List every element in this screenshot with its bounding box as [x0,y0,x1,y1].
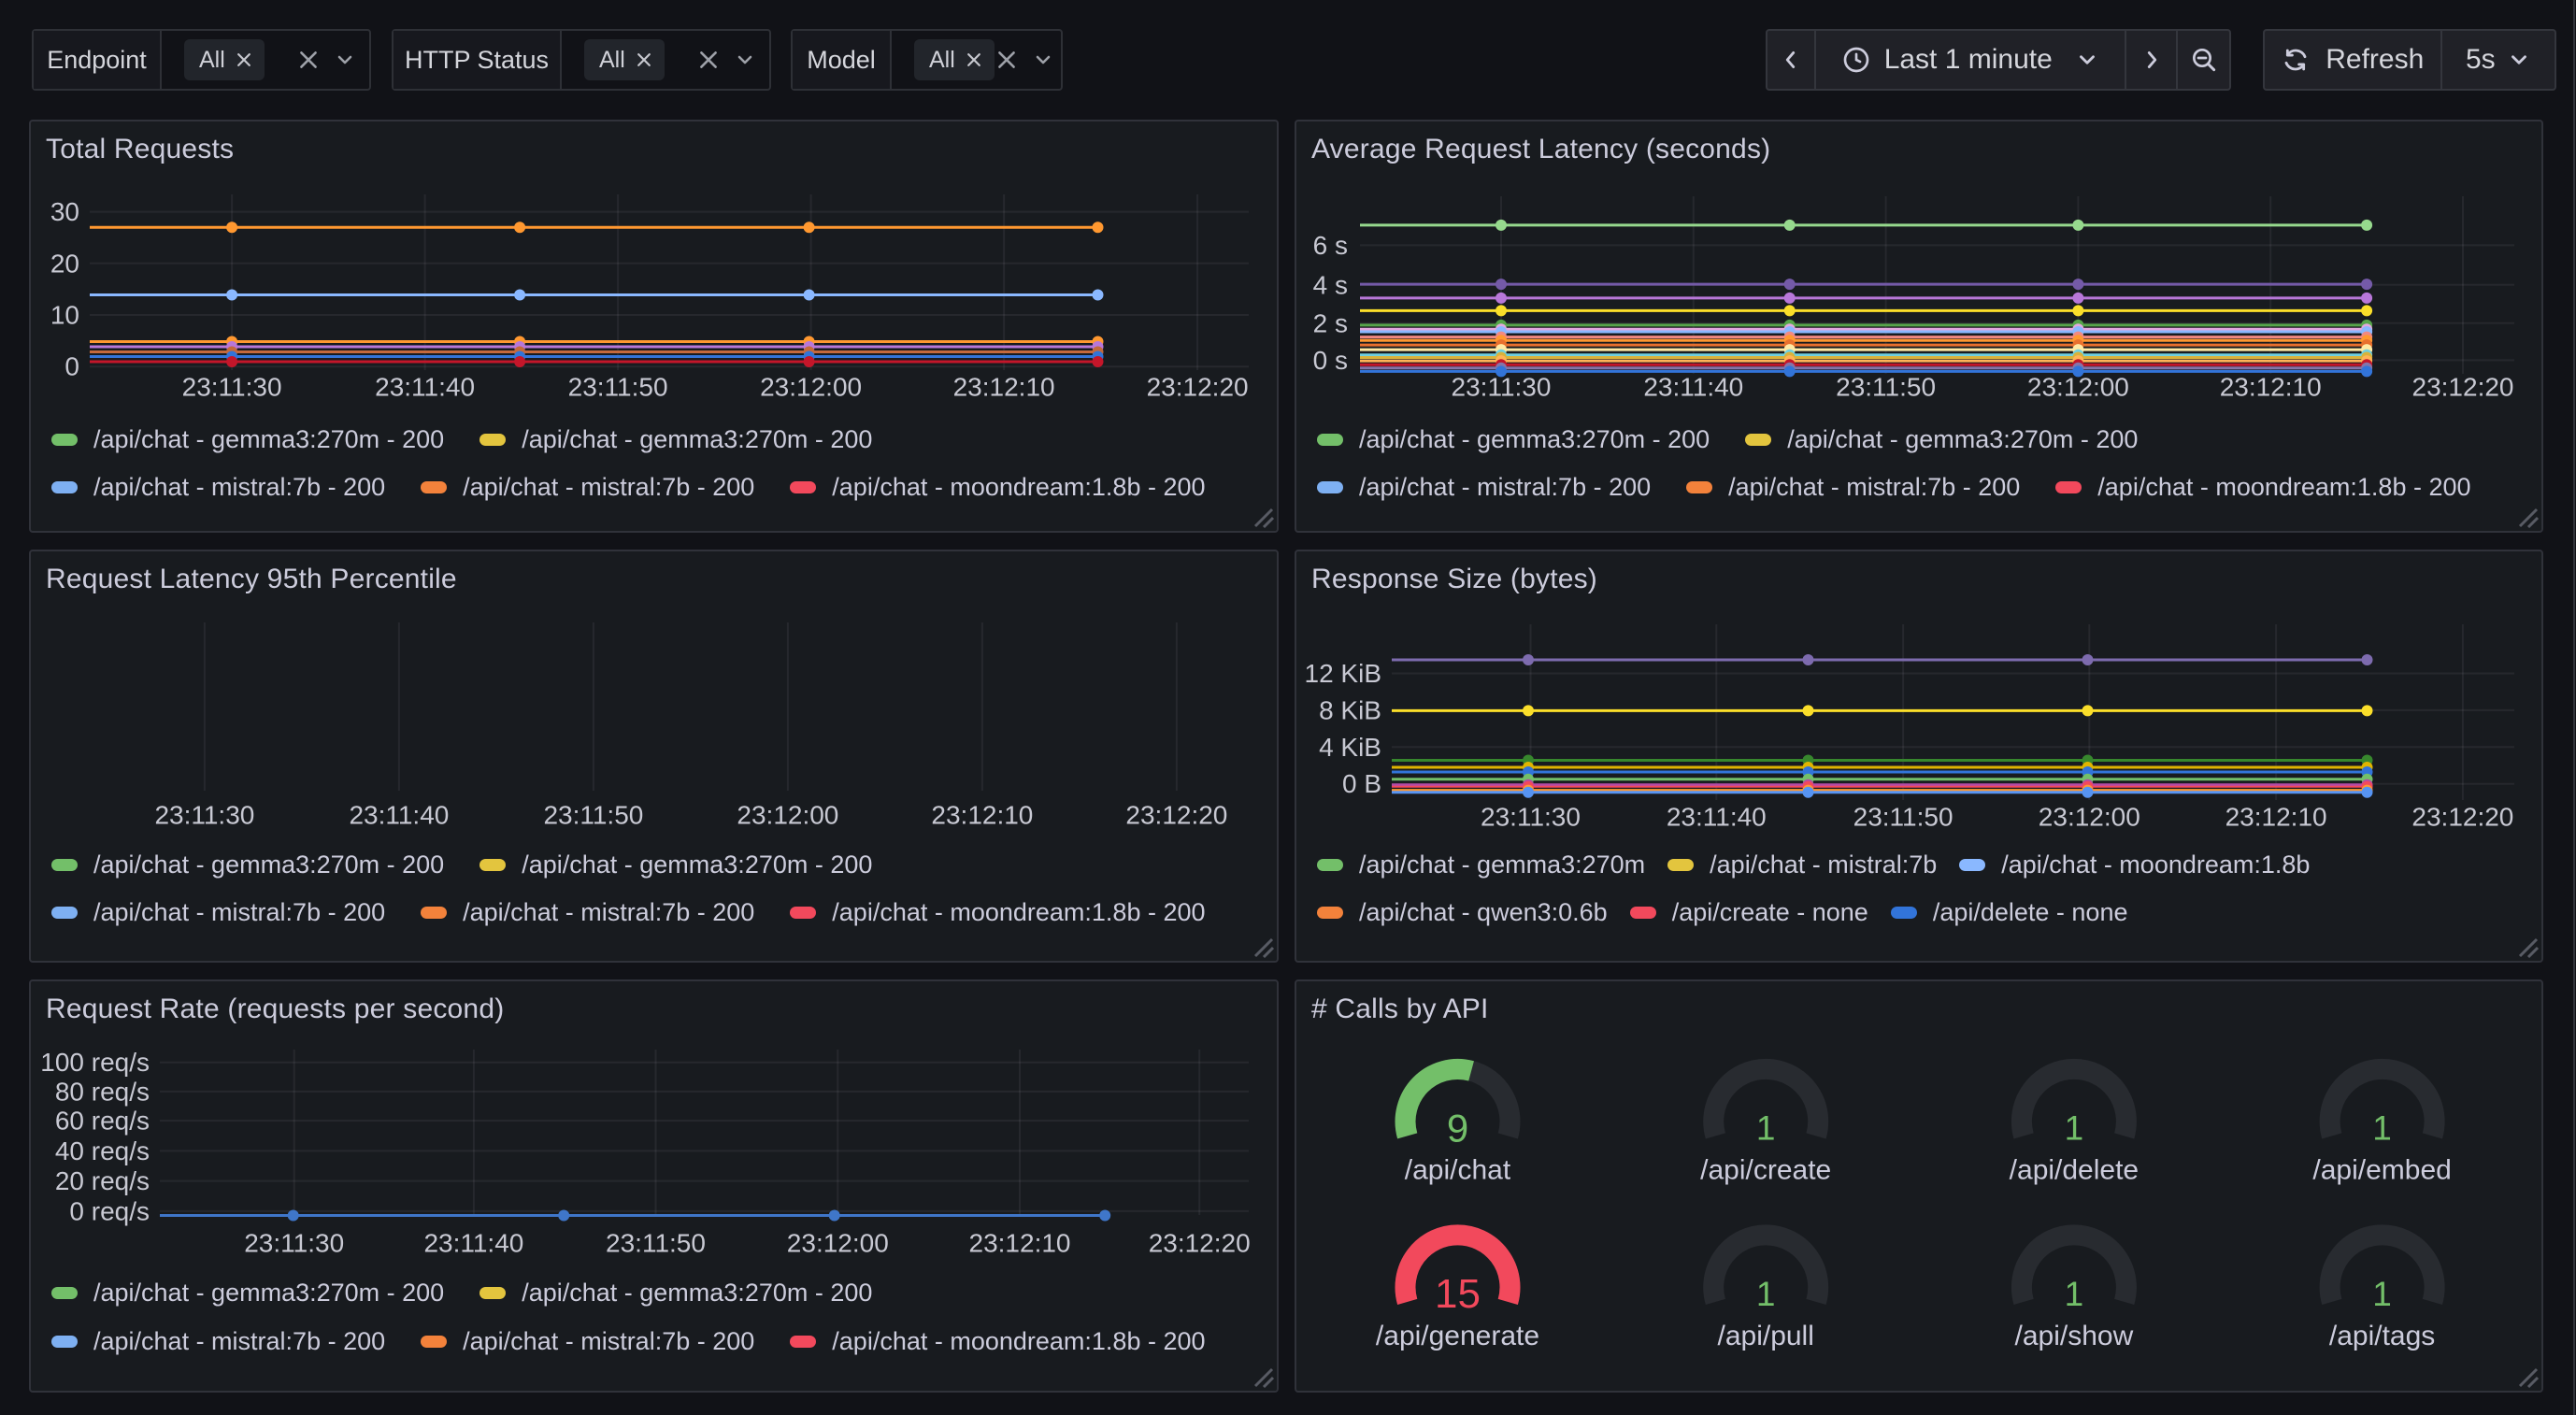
svg-text:23:11:50: 23:11:50 [606,1229,706,1258]
svg-text:/api/show: /api/show [2015,1321,2134,1351]
svg-text:1: 1 [2372,1275,2392,1313]
svg-text:20: 20 [50,249,79,278]
svg-text:1: 1 [2065,1109,2084,1148]
svg-text:20 req/s: 20 req/s [55,1166,150,1195]
svg-text:4 KiB: 4 KiB [1319,733,1381,762]
svg-text:40 req/s: 40 req/s [55,1136,150,1165]
svg-text:0: 0 [64,352,79,381]
svg-text:23:11:30: 23:11:30 [182,373,282,402]
svg-text:1: 1 [2372,1109,2392,1148]
svg-text:0 B: 0 B [1342,769,1381,798]
svg-text:23:11:40: 23:11:40 [1643,373,1743,402]
svg-text:9: 9 [1447,1107,1468,1151]
svg-text:/api/generate: /api/generate [1376,1321,1539,1351]
svg-text:23:11:50: 23:11:50 [1853,803,1953,832]
svg-text:/api/delete: /api/delete [2010,1155,2139,1186]
svg-text:23:12:00: 23:12:00 [737,801,838,830]
svg-text:100 req/s: 100 req/s [40,1048,150,1077]
svg-text:80 req/s: 80 req/s [55,1077,150,1106]
svg-text:15: 15 [1435,1271,1481,1317]
svg-text:10: 10 [50,301,79,330]
svg-text:23:11:50: 23:11:50 [568,373,668,402]
svg-text:23:12:20: 23:12:20 [1149,1229,1251,1258]
svg-text:23:12:10: 23:12:10 [2225,803,2327,832]
svg-text:60 req/s: 60 req/s [55,1107,150,1136]
svg-text:23:11:40: 23:11:40 [1667,803,1767,832]
svg-text:23:11:40: 23:11:40 [349,801,449,830]
svg-text:/api/chat: /api/chat [1405,1155,1511,1186]
svg-text:2 s: 2 s [1313,308,1348,337]
svg-text:0 req/s: 0 req/s [69,1196,150,1225]
svg-text:23:11:40: 23:11:40 [375,373,475,402]
svg-text:23:11:50: 23:11:50 [543,801,643,830]
svg-text:23:11:40: 23:11:40 [423,1229,523,1258]
svg-text:1: 1 [1756,1109,1776,1148]
svg-text:12 KiB: 12 KiB [1305,659,1382,688]
svg-text:1: 1 [2065,1275,2084,1313]
svg-text:23:11:30: 23:11:30 [154,801,254,830]
svg-text:/api/create: /api/create [1700,1155,1831,1186]
svg-text:23:12:00: 23:12:00 [2039,803,2140,832]
svg-text:30: 30 [50,197,79,226]
svg-text:23:12:10: 23:12:10 [2220,373,2322,402]
svg-text:23:12:10: 23:12:10 [969,1229,1071,1258]
svg-text:23:12:20: 23:12:20 [1147,373,1249,402]
svg-text:4 s: 4 s [1313,270,1348,299]
svg-text:23:12:20: 23:12:20 [2412,373,2514,402]
svg-text:23:12:00: 23:12:00 [760,373,862,402]
svg-text:23:12:10: 23:12:10 [953,373,1055,402]
svg-text:23:12:20: 23:12:20 [2411,803,2513,832]
svg-text:23:12:00: 23:12:00 [787,1229,889,1258]
svg-text:23:12:10: 23:12:10 [931,801,1033,830]
svg-text:8 KiB: 8 KiB [1319,695,1381,724]
svg-text:23:11:30: 23:11:30 [1481,803,1581,832]
svg-text:6 s: 6 s [1313,231,1348,260]
svg-text:1: 1 [1756,1275,1776,1313]
svg-text:/api/tags: /api/tags [2329,1321,2435,1351]
svg-text:23:11:30: 23:11:30 [244,1229,344,1258]
svg-text:0 s: 0 s [1313,346,1348,375]
svg-text:/api/pull: /api/pull [1717,1321,1813,1351]
svg-text:23:11:50: 23:11:50 [1836,373,1936,402]
svg-text:23:12:20: 23:12:20 [1125,801,1227,830]
svg-text:/api/embed: /api/embed [2312,1155,2451,1186]
